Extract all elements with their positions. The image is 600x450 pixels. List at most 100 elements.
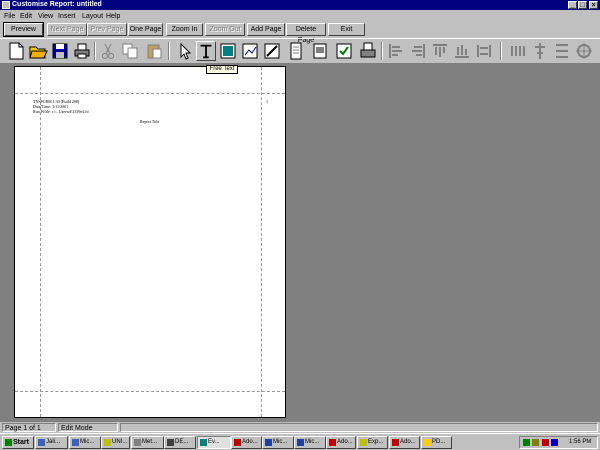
menu-file[interactable]: File: [4, 11, 15, 22]
same-width-icon[interactable]: [474, 41, 494, 61]
menu-edit[interactable]: Edit: [20, 11, 32, 22]
save-disk-icon[interactable]: [50, 41, 70, 61]
paste-clipboard-icon[interactable]: [144, 41, 164, 61]
space-horizontal-icon[interactable]: [508, 41, 528, 61]
taskbar-item[interactable]: Met...: [131, 436, 164, 449]
grid-target-icon[interactable]: [574, 41, 594, 61]
app-icon: [2, 1, 10, 9]
free-text-tooltip: Free Text: [206, 65, 238, 74]
app-icon: [200, 439, 207, 446]
taskbar: Start Jali... Mic... UNI... Met... DE...…: [0, 433, 600, 450]
taskbar-label: Ado...: [400, 439, 416, 445]
app-icon: [265, 439, 272, 446]
space-vertical-icon[interactable]: [552, 41, 572, 61]
insert-page-icon[interactable]: [286, 41, 306, 61]
taskbar-item[interactable]: Exp...: [357, 436, 388, 449]
copy-icon[interactable]: [120, 41, 140, 61]
app-icon: [297, 439, 304, 446]
insert-line-icon[interactable]: [262, 41, 282, 61]
taskbar-label: Met...: [142, 439, 158, 445]
align-top-icon[interactable]: [430, 41, 450, 61]
taskbar-label: PD...: [432, 439, 446, 445]
delete-page-button[interactable]: Delete Page: [286, 23, 326, 44]
status-mode: Edit Mode: [58, 423, 118, 432]
report-header-line-3[interactable]: Run Wfile: c:\...Userwd\1339e4.fd: [33, 109, 88, 114]
maximize-button[interactable]: □: [578, 1, 587, 9]
open-folder-icon[interactable]: [28, 41, 48, 61]
windows-logo-icon: [5, 439, 12, 446]
taskbar-label: DE...: [175, 439, 189, 445]
system-tray: 1:56 PM: [519, 436, 598, 449]
cut-scissors-icon[interactable]: [98, 41, 118, 61]
app-icon: [234, 439, 241, 446]
app-icon: [167, 439, 174, 446]
print-icon[interactable]: [72, 41, 92, 61]
new-document-icon[interactable]: [6, 41, 26, 61]
next-page-button[interactable]: Next Page: [47, 23, 87, 36]
taskbar-item[interactable]: Ado...: [231, 436, 262, 449]
report-title[interactable]: Report Title: [140, 119, 159, 124]
close-button[interactable]: ×: [589, 1, 598, 9]
minimize-button[interactable]: _: [568, 1, 577, 9]
menu-layout[interactable]: Layout: [82, 11, 103, 22]
taskbar-label: Exp...: [368, 439, 384, 445]
command-toolbar: Preview Next Page Prev Page One Page Zoo…: [0, 22, 600, 44]
start-label: Start: [13, 439, 29, 446]
status-bar: Page 1 of 1 Edit Mode: [0, 422, 600, 433]
taskbar-label: Mic...: [305, 439, 320, 445]
tray-icon[interactable]: [542, 439, 549, 446]
tray-icon[interactable]: [523, 439, 530, 446]
taskbar-item[interactable]: Mic...: [294, 436, 326, 449]
taskbar-item[interactable]: DE...: [164, 436, 196, 449]
taskbar-item[interactable]: Mic...: [69, 436, 101, 449]
start-button[interactable]: Start: [2, 436, 34, 449]
report-page-number[interactable]: 1: [266, 99, 268, 104]
icon-toolbar: [0, 38, 600, 62]
taskbar-item[interactable]: PD...: [421, 436, 452, 449]
taskbar-item[interactable]: Jali...: [35, 436, 68, 449]
zoom-out-button[interactable]: Zoom Out: [205, 23, 245, 36]
align-right-icon[interactable]: [408, 41, 428, 61]
title-bar: Customise Report: untitled _ □ ×: [0, 0, 600, 10]
status-empty: [120, 423, 598, 432]
menu-help[interactable]: Help: [106, 11, 120, 22]
taskbar-label: Mic...: [273, 439, 288, 445]
align-left-icon[interactable]: [386, 41, 406, 61]
exit-button[interactable]: Exit: [328, 23, 365, 36]
clock[interactable]: 1:56 PM: [569, 437, 591, 448]
preview-button[interactable]: Preview: [3, 22, 44, 37]
menu-view[interactable]: View: [38, 11, 53, 22]
taskbar-label: Jali...: [46, 439, 61, 445]
add-page-button[interactable]: Add Page: [247, 23, 285, 36]
page-setup-printer-icon[interactable]: [358, 41, 378, 61]
insert-chart-icon[interactable]: [240, 41, 260, 61]
insert-image-icon[interactable]: [218, 41, 238, 61]
app-icon: [104, 439, 111, 446]
taskbar-label: Ado...: [242, 439, 258, 445]
tray-icon[interactable]: [551, 439, 558, 446]
menu-bar: File Edit View Insert Layout Help: [0, 11, 600, 22]
taskbar-item[interactable]: UNI...: [101, 436, 130, 449]
one-page-button[interactable]: One Page: [128, 23, 163, 36]
taskbar-item[interactable]: Mic...: [262, 436, 294, 449]
taskbar-label: UNI...: [112, 439, 128, 445]
app-icon: [360, 439, 367, 446]
taskbar-item[interactable]: Ado...: [326, 436, 356, 449]
align-bottom-icon[interactable]: [452, 41, 472, 61]
prev-page-button[interactable]: Prev Page: [87, 23, 127, 36]
select-pointer-icon[interactable]: [174, 41, 194, 61]
app-icon: [329, 439, 336, 446]
tray-icon[interactable]: [532, 439, 539, 446]
insert-field-icon[interactable]: [310, 41, 330, 61]
insert-check-icon[interactable]: [334, 41, 354, 61]
window-title: Customise Report: untitled: [12, 1, 102, 8]
free-text-icon[interactable]: [196, 41, 216, 61]
center-horizontal-icon[interactable]: [530, 41, 550, 61]
report-page[interactable]: TNSPCRM 1.30 (Build 208) Date/Time: 1/11…: [14, 66, 286, 418]
taskbar-item-active[interactable]: Ev...: [197, 436, 231, 449]
taskbar-label: Mic...: [80, 439, 95, 445]
zoom-in-button[interactable]: Zoom In: [166, 23, 203, 36]
menu-insert[interactable]: Insert: [58, 11, 76, 22]
app-icon: [38, 439, 45, 446]
taskbar-item[interactable]: Ado...: [389, 436, 420, 449]
